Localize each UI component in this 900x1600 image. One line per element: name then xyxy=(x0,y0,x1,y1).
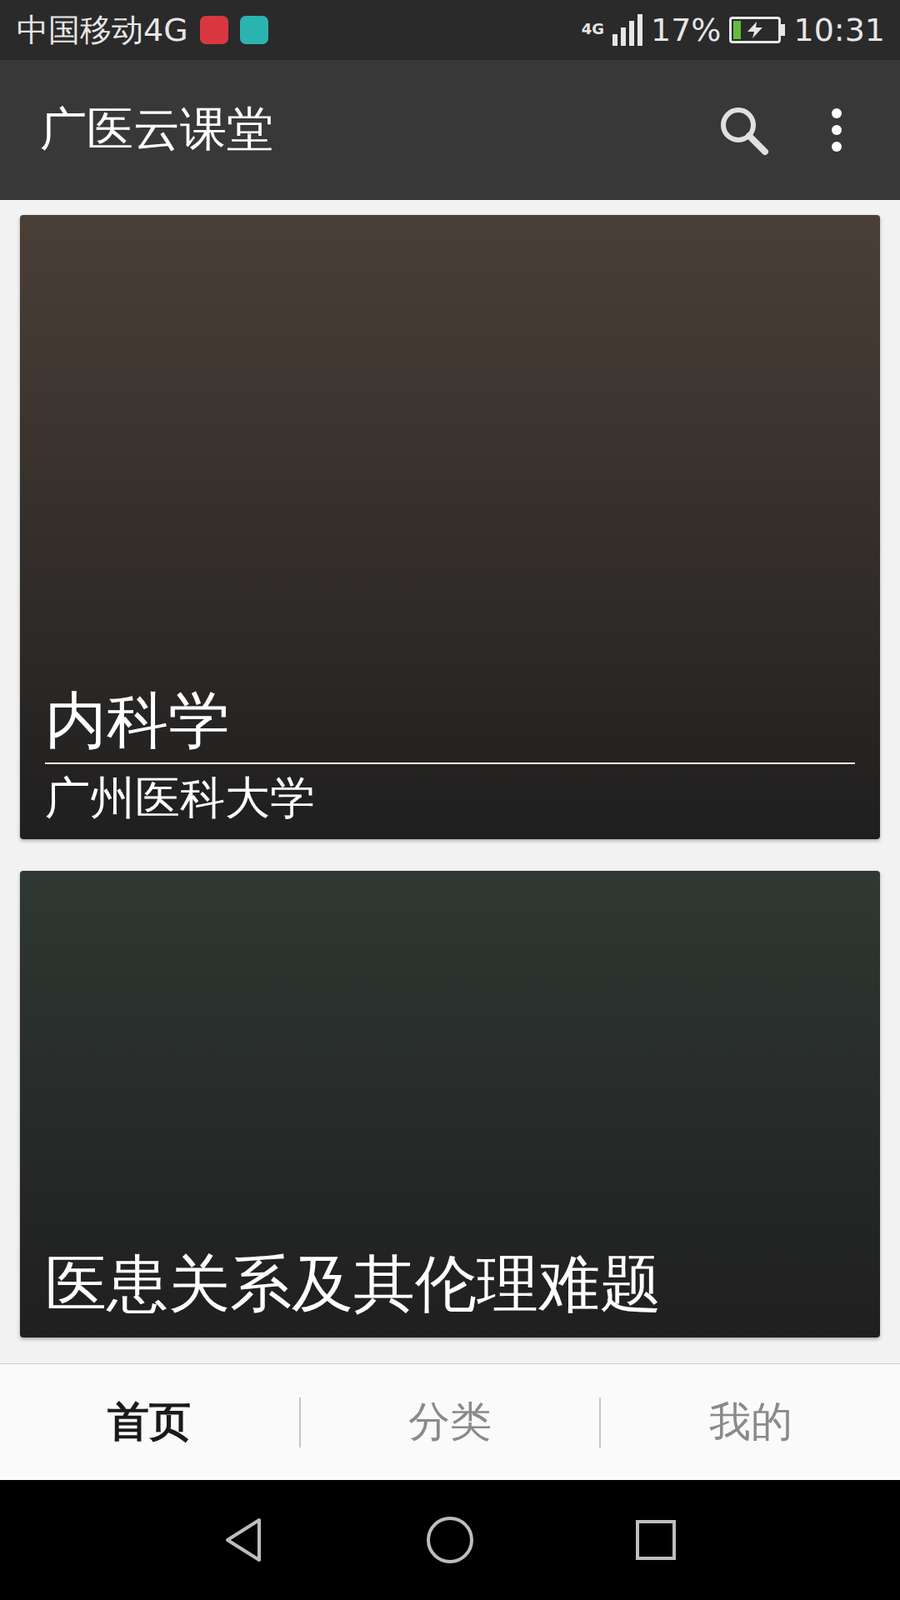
network-type: 4G xyxy=(581,20,605,38)
search-icon[interactable] xyxy=(716,103,770,157)
huawei-notification-icon xyxy=(200,15,229,45)
app-bar: 广医云课堂 xyxy=(0,60,900,200)
back-icon[interactable] xyxy=(219,1515,270,1565)
nav-separator xyxy=(299,1397,301,1448)
android-notification-icon xyxy=(240,15,269,45)
signal-icon xyxy=(612,14,643,46)
course-title: 医患关系及其伦理难题 xyxy=(45,1246,855,1326)
search-button[interactable] xyxy=(713,100,774,160)
nav-tab[interactable]: 我的 xyxy=(600,1394,900,1450)
status-bar: 中国移动4G 4G 17% 10:31 xyxy=(0,0,900,60)
more-button[interactable] xyxy=(806,100,867,160)
nav-tab[interactable]: 首页 xyxy=(0,1394,300,1450)
course-title: 内科学 xyxy=(45,683,855,765)
course-card[interactable]: 医患关系及其伦理难题 xyxy=(20,870,880,1338)
battery-percent: 17% xyxy=(650,11,721,49)
system-nav-bar xyxy=(0,1480,900,1600)
recents-icon[interactable] xyxy=(630,1515,681,1565)
app-title: 广医云课堂 xyxy=(40,98,274,162)
nav-tab[interactable]: 分类 xyxy=(300,1394,600,1450)
carrier: 中国移动4G xyxy=(16,9,189,52)
more-vertical-icon[interactable] xyxy=(828,106,845,154)
screen: 中国移动4G 4G 17% 10:31 广医云课堂内科学广州医科大学医患关系及其伦理难题… xyxy=(0,0,900,1600)
course-card[interactable]: 内科学广州医科大学 xyxy=(20,215,880,840)
course-school: 广州医科大学 xyxy=(45,764,855,828)
course-list: 内科学广州医科大学医患关系及其伦理难题 xyxy=(0,200,900,1364)
battery-icon xyxy=(729,16,781,44)
home-icon[interactable] xyxy=(425,1515,475,1565)
clock: 10:31 xyxy=(793,11,885,49)
charging-icon xyxy=(744,20,766,40)
nav-separator xyxy=(599,1397,601,1448)
bottom-nav: 首页分类我的 xyxy=(0,1363,900,1480)
